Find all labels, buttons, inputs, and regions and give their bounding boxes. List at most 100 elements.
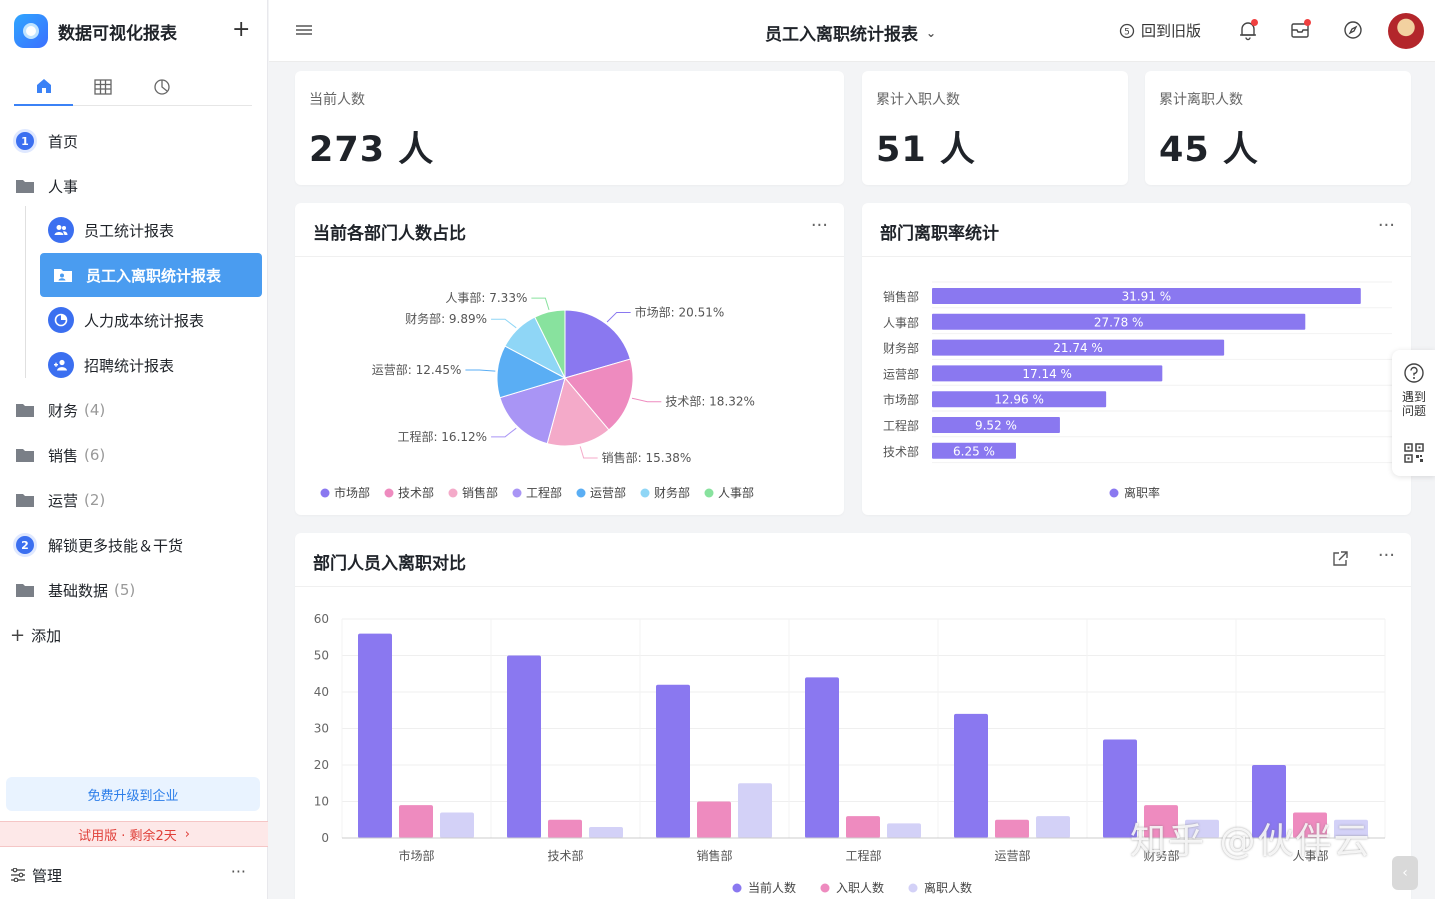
item-count: (6) xyxy=(84,446,106,464)
pie-chart-icon xyxy=(48,307,74,333)
folder-user-icon xyxy=(54,269,72,282)
sidebar-item-label: 人力成本统计报表 xyxy=(84,311,205,330)
sidebar-item-hr[interactable]: 人事 xyxy=(12,166,262,206)
collapse-button[interactable]: ‹ xyxy=(1392,856,1418,890)
menu-icon[interactable] xyxy=(295,22,313,38)
legend-label: 离职率 xyxy=(1124,485,1160,500)
legend-marker xyxy=(908,883,918,893)
bar-value-label: 9.52 % xyxy=(975,419,1017,433)
back-to-old-version-button[interactable]: 5 回到旧版 xyxy=(1119,20,1201,41)
pie-slice-label: 市场部: 20.51% xyxy=(635,304,725,319)
pie-label-line xyxy=(465,369,496,372)
home-icon xyxy=(36,79,51,93)
sidebar-item-operations[interactable]: 运营 (2) xyxy=(12,480,262,520)
sidebar-item-unlock-skills[interactable]: 2 解锁更多技能＆干货 xyxy=(12,525,262,565)
stat-card-total-hired: 累计入职人数 51 人 xyxy=(862,71,1128,185)
sidebar-item-label: 基础数据 xyxy=(48,581,109,600)
chevron-down-icon: ⌄ xyxy=(926,25,937,40)
legend-label: 离职人数 xyxy=(924,880,972,895)
pie-slice-label: 技术部: 18.32% xyxy=(665,394,755,409)
qr-code-icon[interactable] xyxy=(1403,442,1425,464)
bar xyxy=(805,677,839,838)
pie-slice-label: 运营部: 12.45% xyxy=(372,362,462,377)
tab-home[interactable] xyxy=(14,68,73,106)
bar-value-label: 31.91 % xyxy=(1122,290,1172,304)
sidebar-item-labor-cost[interactable]: 人力成本统计报表 xyxy=(48,300,262,340)
turnover-bar-chart: 销售部 31.91 % 人事部 27.78 % 财务部 21.74 % 运营部 17.14 %… xyxy=(883,281,1392,500)
legend-marker xyxy=(384,488,394,498)
pie-chart: 市场部: 20.51% 技术部: 18.32% 销售部: 15.38% 工程部: 16… xyxy=(320,290,755,500)
sidebar-item-label: 解锁更多技能＆干货 xyxy=(48,536,184,555)
people-icon xyxy=(48,217,74,243)
stat-card-current: 当前人数 273 人 xyxy=(295,71,844,185)
sidebar-item-finance[interactable]: 财务 (4) xyxy=(12,390,262,430)
folder-icon xyxy=(16,584,34,597)
question-icon[interactable] xyxy=(1403,362,1425,384)
sidebar-item-label: 人事 xyxy=(48,177,79,196)
app-brand[interactable]: 数据可视化报表 xyxy=(14,13,177,49)
legend-marker xyxy=(320,488,330,498)
legend-label: 技术部 xyxy=(398,485,434,500)
legend-label: 销售部 xyxy=(462,485,498,500)
bar xyxy=(507,655,541,838)
manage-button[interactable]: 管理 ··· xyxy=(10,862,258,888)
app-title: 数据可视化报表 xyxy=(58,23,177,44)
legend-marker xyxy=(1109,488,1119,498)
legend-marker xyxy=(732,883,742,893)
sidebar-item-recruitment[interactable]: 招聘统计报表 xyxy=(48,345,262,385)
tab-charts[interactable] xyxy=(132,68,191,106)
chevron-right-icon: › xyxy=(184,826,190,842)
tree-line xyxy=(25,206,26,378)
legend-label: 运营部 xyxy=(590,485,626,500)
stat-value: 273 人 xyxy=(309,130,435,170)
sidebar-item-employee-stats[interactable]: 员工统计报表 xyxy=(48,210,262,250)
y-tick-label: 20 xyxy=(314,758,329,772)
old-version-label: 回到旧版 xyxy=(1141,22,1202,40)
sidebar-item-sales[interactable]: 销售 (6) xyxy=(12,435,262,475)
pie-label-line xyxy=(579,446,598,459)
more-icon[interactable]: ··· xyxy=(231,862,246,881)
y-tick-label: 30 xyxy=(314,722,329,736)
app-logo-icon xyxy=(14,14,48,48)
avatar[interactable] xyxy=(1388,13,1424,49)
sidebar-item-home[interactable]: 1 首页 xyxy=(12,121,262,161)
folder-icon xyxy=(16,180,34,193)
legend-label: 入职人数 xyxy=(836,880,884,895)
number-two-icon: 2 xyxy=(13,533,37,557)
add-label: 添加 xyxy=(31,626,62,645)
stat-value: 45 人 xyxy=(1159,130,1259,170)
watermark: 知乎 @伙伴云 xyxy=(1130,821,1372,862)
sidebar-item-basic-data[interactable]: 基础数据 (5) xyxy=(12,570,262,610)
bar xyxy=(995,819,1029,838)
sidebar-item-label: 财务 xyxy=(48,401,79,420)
pie-chart-card: 当前各部门人数占比 ··· 市场部: 20.51% 技术部: 18.32% 销售部:… xyxy=(295,203,844,515)
add-item-button[interactable]: + 添加 xyxy=(10,615,260,655)
item-count: (4) xyxy=(84,401,106,419)
trial-banner[interactable]: 试用版 · 剩余2天 › xyxy=(0,821,268,847)
tab-table[interactable] xyxy=(73,68,132,106)
notification-dot xyxy=(1304,19,1311,26)
sidebar-item-label: 员工入离职统计报表 xyxy=(86,266,222,285)
compass-icon[interactable] xyxy=(1342,19,1364,41)
x-tick-label: 技术部 xyxy=(547,848,583,863)
bar xyxy=(589,827,623,838)
report-title-dropdown[interactable]: 员工入离职统计报表 ⌄ xyxy=(765,20,936,45)
pie-label-line xyxy=(631,397,662,403)
pie-slice-label: 人事部: 7.33% xyxy=(445,290,527,305)
bar xyxy=(399,805,433,838)
sidebar-item-onboard-offboard-report[interactable]: 员工入离职统计报表 xyxy=(40,253,262,297)
legend-marker xyxy=(704,488,714,498)
help-toolbar: 遇到问题 xyxy=(1392,350,1435,476)
help-label[interactable]: 遇到问题 xyxy=(1398,390,1430,418)
x-tick-label: 运营部 xyxy=(994,848,1030,863)
stat-label: 当前人数 xyxy=(309,92,365,108)
folder-icon xyxy=(16,494,34,507)
add-icon[interactable]: + xyxy=(232,19,250,41)
sidebar-item-label: 运营 xyxy=(48,491,79,510)
bar xyxy=(548,819,582,838)
upgrade-button[interactable]: 免费升级到企业 xyxy=(6,777,260,811)
number-one-icon: 1 xyxy=(13,129,37,153)
sidebar-item-label: 销售 xyxy=(48,446,79,465)
legend-label: 工程部 xyxy=(526,485,562,500)
bar xyxy=(954,713,988,838)
